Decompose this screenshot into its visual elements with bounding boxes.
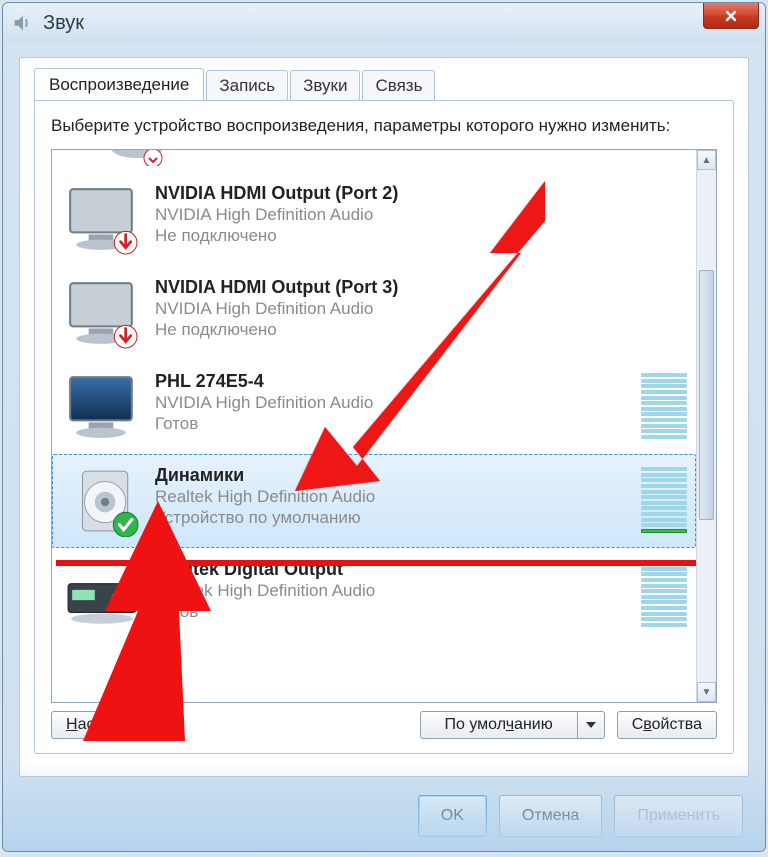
receiver-icon bbox=[61, 559, 143, 631]
device-status: Устройство по умолчанию bbox=[155, 507, 633, 528]
device-text: Динамики Realtek High Definition Audio У… bbox=[155, 465, 633, 529]
device-item[interactable]: PHL 274E5-4 NVIDIA High Definition Audio… bbox=[52, 360, 696, 454]
device-status: Не подключено bbox=[155, 319, 687, 340]
default-button[interactable]: По умолчанию bbox=[420, 711, 577, 739]
scroll-thumb[interactable] bbox=[699, 270, 714, 520]
cancel-button[interactable]: Отмена bbox=[499, 795, 602, 837]
device-name: PHL 274E5-4 bbox=[155, 371, 633, 392]
device-driver: Realtek High Definition Audio bbox=[155, 580, 633, 601]
close-button[interactable] bbox=[703, 3, 759, 29]
content-area: Воспроизведение Запись Звуки Связь Выбер… bbox=[19, 57, 749, 777]
tab-communications[interactable]: Связь bbox=[362, 70, 435, 102]
device-name: Динамики bbox=[155, 465, 633, 486]
annotation-underline bbox=[56, 560, 696, 566]
device-status: Готов bbox=[155, 413, 633, 434]
ok-button[interactable]: OK bbox=[418, 795, 487, 837]
dialog-buttons: OK Отмена Применить bbox=[418, 795, 743, 837]
device-status: Готов bbox=[155, 601, 633, 622]
device-driver: NVIDIA High Definition Audio bbox=[155, 298, 687, 319]
window-title: Звук bbox=[43, 12, 84, 35]
scroll-up-button[interactable]: ▲ bbox=[697, 150, 716, 170]
device-name: NVIDIA HDMI Output (Port 3) bbox=[155, 277, 687, 298]
configure-button[interactable]: Настроить bbox=[51, 711, 159, 739]
tab-sounds[interactable]: Звуки bbox=[290, 70, 360, 102]
device-driver: Realtek High Definition Audio bbox=[155, 486, 633, 507]
tab-action-buttons: Настроить По умолчанию Свойства bbox=[51, 711, 717, 739]
device-name: NVIDIA HDMI Output (Port 2) bbox=[155, 183, 687, 204]
device-list: NVIDIA HDMI Output (Port 2) NVIDIA High … bbox=[51, 149, 717, 703]
tabs: Воспроизведение Запись Звуки Связь bbox=[34, 68, 734, 102]
device-item[interactable]: Динамики Realtek High Definition Audio У… bbox=[52, 454, 696, 548]
volume-icon bbox=[11, 12, 33, 34]
titlebar[interactable]: Звук bbox=[3, 3, 765, 43]
tab-playback[interactable]: Воспроизведение bbox=[34, 68, 204, 102]
partial-prev-icon bbox=[107, 150, 167, 166]
device-text: NVIDIA HDMI Output (Port 3) NVIDIA High … bbox=[155, 277, 687, 341]
scroll-down-button[interactable]: ▼ bbox=[697, 682, 716, 702]
level-meter bbox=[641, 465, 687, 535]
tab-recording[interactable]: Запись bbox=[206, 70, 288, 102]
default-dropdown-arrow[interactable] bbox=[577, 711, 605, 739]
monitor-off-icon bbox=[61, 183, 143, 255]
monitor-off-icon bbox=[61, 277, 143, 349]
device-text: NVIDIA HDMI Output (Port 2) NVIDIA High … bbox=[155, 183, 687, 247]
device-driver: NVIDIA High Definition Audio bbox=[155, 204, 687, 225]
scrollbar[interactable]: ▲ ▼ bbox=[696, 150, 716, 702]
apply-button[interactable]: Применить bbox=[614, 795, 743, 837]
monitor-on-icon bbox=[61, 371, 143, 443]
instruction-text: Выберите устройство воспроизведения, пар… bbox=[51, 115, 717, 137]
device-text: PHL 274E5-4 NVIDIA High Definition Audio… bbox=[155, 371, 633, 435]
level-meter bbox=[641, 559, 687, 629]
level-meter bbox=[641, 371, 687, 441]
device-item[interactable]: NVIDIA HDMI Output (Port 2) NVIDIA High … bbox=[52, 172, 696, 266]
device-driver: NVIDIA High Definition Audio bbox=[155, 392, 633, 413]
properties-button[interactable]: Свойства bbox=[617, 711, 717, 739]
speaker-icon bbox=[61, 465, 143, 537]
device-item[interactable]: NVIDIA HDMI Output (Port 3) NVIDIA High … bbox=[52, 266, 696, 360]
default-split-button[interactable]: По умолчанию bbox=[420, 711, 605, 739]
sound-dialog: Звук Воспроизведение Запись Звуки Связь … bbox=[2, 2, 766, 852]
device-text: Realtek Digital Output Realtek High Defi… bbox=[155, 559, 633, 623]
device-status: Не подключено bbox=[155, 225, 687, 246]
tab-body: Выберите устройство воспроизведения, пар… bbox=[34, 100, 734, 754]
